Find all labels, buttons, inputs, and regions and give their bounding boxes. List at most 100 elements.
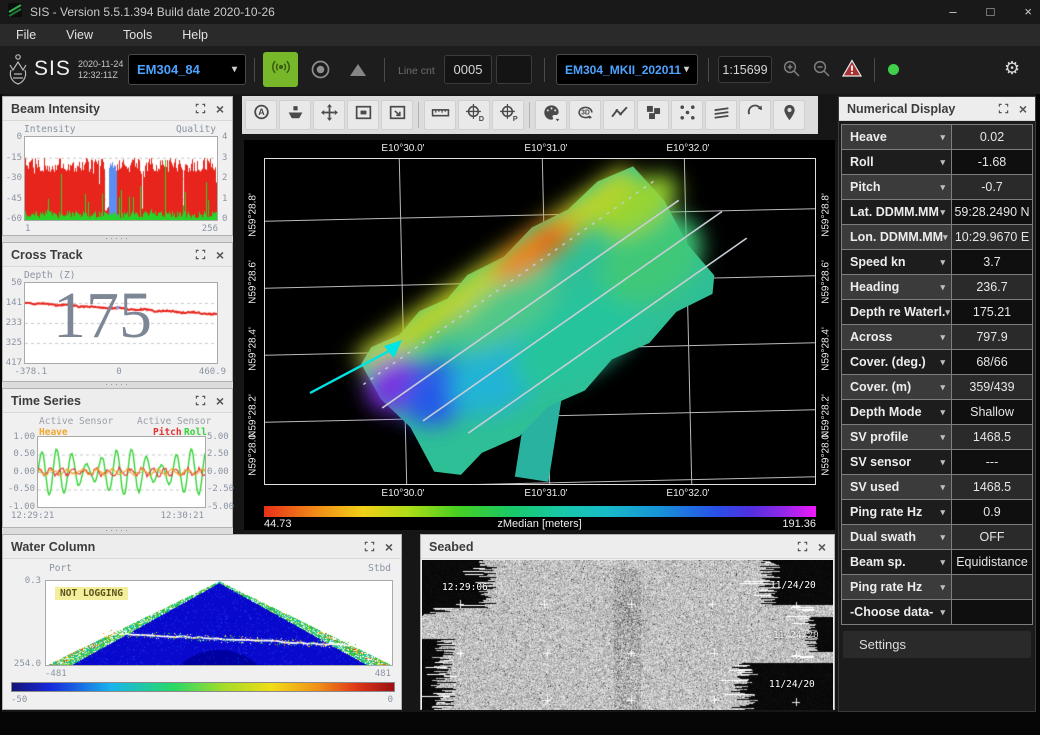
scatter-points-button[interactable] xyxy=(671,100,703,130)
raise-triangle-button[interactable] xyxy=(348,62,368,83)
survey-dropdown[interactable]: EM304_MKII_202011 ▾ xyxy=(556,54,698,85)
menu-tools[interactable]: Tools xyxy=(123,28,152,42)
menu-view[interactable]: View xyxy=(66,28,93,42)
table-row: SV sensor▾--- xyxy=(841,449,1033,475)
numerical-row-label[interactable]: Ping rate Hz▾ xyxy=(841,499,952,525)
expand-icon[interactable] xyxy=(364,541,375,552)
minimize-button[interactable]: – xyxy=(949,0,956,24)
contour-lines-button[interactable] xyxy=(705,100,737,130)
pan-button[interactable] xyxy=(313,100,345,130)
panel-header[interactable]: Beam Intensity × xyxy=(3,97,232,121)
y-tick: 1 xyxy=(222,194,227,204)
measure-button[interactable] xyxy=(424,100,456,130)
pinging-toggle-button[interactable] xyxy=(263,52,298,87)
numerical-row-label[interactable]: Dual swath▾ xyxy=(841,524,952,550)
zoom-window-icon xyxy=(354,103,373,127)
panel-header[interactable]: Water Column × xyxy=(3,535,401,559)
numerical-row-label[interactable]: SV profile▾ xyxy=(841,424,952,450)
line-cnt-value[interactable]: 0005 xyxy=(444,55,492,84)
numerical-row-label[interactable]: Depth Mode▾ xyxy=(841,399,952,425)
menu-file[interactable]: File xyxy=(16,28,36,42)
close-icon[interactable]: × xyxy=(216,249,224,261)
y-tick: 141 xyxy=(4,298,22,308)
gear-icon[interactable]: ⚙ xyxy=(1004,58,1020,79)
numerical-row-label[interactable]: Beam sp.▾ xyxy=(841,549,952,575)
numerical-row-label[interactable]: -Choose data-▾ xyxy=(841,599,952,625)
vessel-button[interactable] xyxy=(279,100,311,130)
app-name: SIS xyxy=(34,57,71,81)
port-label: Port xyxy=(49,563,72,574)
panel-header[interactable]: Numerical Display × xyxy=(839,97,1035,121)
expand-icon[interactable] xyxy=(998,103,1009,114)
sounder-dropdown[interactable]: EM304_84 ▾ xyxy=(128,54,246,85)
seabed-time-label: 12:29:06 xyxy=(442,582,488,593)
polyline-button[interactable] xyxy=(603,100,635,130)
lon-label: E10°30.0' xyxy=(373,143,433,154)
color-palette-button[interactable] xyxy=(535,100,567,130)
expand-icon[interactable] xyxy=(195,103,206,114)
close-icon[interactable]: × xyxy=(385,541,393,553)
zoom-out-icon[interactable] xyxy=(812,59,831,83)
auto-center-button[interactable]: A xyxy=(245,100,277,130)
numerical-row-label[interactable]: Lon. DDMM.MM▾ xyxy=(841,224,952,250)
panel-header[interactable]: Seabed × xyxy=(421,535,834,559)
numerical-row-label[interactable]: Heading▾ xyxy=(841,274,952,300)
panel-header[interactable]: Cross Track × xyxy=(3,243,232,267)
chevron-down-icon: ▾ xyxy=(940,282,945,293)
maximize-button[interactable]: □ xyxy=(987,0,995,24)
refresh-button[interactable] xyxy=(739,100,771,130)
settings-button[interactable]: Settings xyxy=(843,631,1031,658)
layers-button[interactable] xyxy=(637,100,669,130)
not-logging-badge: NOT LOGGING xyxy=(55,587,128,600)
y-tick: -60 xyxy=(4,214,22,224)
center-on-depth-button[interactable]: D xyxy=(458,100,490,130)
numerical-row-label[interactable]: Cover. (deg.)▾ xyxy=(841,349,952,375)
close-icon[interactable]: × xyxy=(1019,103,1027,115)
numerical-row-label[interactable]: Lat. DDMM.MM▾ xyxy=(841,199,952,225)
drop-marker-icon xyxy=(780,103,799,127)
numerical-row-value: Shallow xyxy=(951,399,1033,425)
depth-readout: 175 xyxy=(53,279,152,353)
record-logging-button[interactable] xyxy=(310,59,331,85)
map-scale-value[interactable]: 1:15699 xyxy=(718,56,772,83)
contour-lines-icon xyxy=(712,103,731,127)
window-titlebar[interactable]: SIS - Version 5.5.1.394 Build date 2020-… xyxy=(0,0,1040,24)
color-palette-icon xyxy=(542,103,561,127)
numerical-row-value: 10:29.9670 E xyxy=(951,224,1033,250)
table-row: Heave▾0.02 xyxy=(841,124,1033,150)
numerical-row-label[interactable]: Speed kn▾ xyxy=(841,249,952,275)
zoom-in-icon[interactable] xyxy=(782,59,801,83)
numerical-row-label[interactable]: SV sensor▾ xyxy=(841,449,952,475)
warning-icon[interactable] xyxy=(842,59,862,83)
close-button[interactable]: × xyxy=(1024,0,1032,24)
line-cnt-extra[interactable] xyxy=(496,55,532,84)
panel-header[interactable]: Time Series × xyxy=(3,389,232,413)
chevron-down-icon: ▾ xyxy=(940,157,945,168)
numerical-row-label[interactable]: Cover. (m)▾ xyxy=(841,374,952,400)
menu-help[interactable]: Help xyxy=(182,28,208,42)
close-icon[interactable]: × xyxy=(216,103,224,115)
pan-icon xyxy=(320,103,339,127)
view-3d-button[interactable]: 3D xyxy=(569,100,601,130)
numerical-row-label[interactable]: Ping rate Hz▾ xyxy=(841,574,952,600)
close-icon[interactable]: × xyxy=(216,395,224,407)
table-row: -Choose data-▾ xyxy=(841,599,1033,625)
numerical-row-label[interactable]: Across▾ xyxy=(841,324,952,350)
expand-icon[interactable] xyxy=(195,249,206,260)
close-icon[interactable]: × xyxy=(818,541,826,553)
numerical-row-label[interactable]: Depth re Waterl.▾ xyxy=(841,299,952,325)
expand-icon[interactable] xyxy=(195,395,206,406)
expand-icon[interactable] xyxy=(797,541,808,552)
numerical-row-label[interactable]: Roll▾ xyxy=(841,149,952,175)
fit-view-button[interactable] xyxy=(381,100,413,130)
drop-marker-button[interactable] xyxy=(773,100,805,130)
y-tick: 5.00 xyxy=(207,432,229,442)
y-tick: 4 xyxy=(222,132,227,142)
center-on-position-button[interactable]: P xyxy=(492,100,524,130)
numerical-row-label[interactable]: Pitch▾ xyxy=(841,174,952,200)
table-row: Lat. DDMM.MM▾59:28.2490 N xyxy=(841,199,1033,225)
numerical-row-label[interactable]: SV used▾ xyxy=(841,474,952,500)
numerical-row-label[interactable]: Heave▾ xyxy=(841,124,952,150)
map-view[interactable]: E10°30.0' E10°31.0' E10°32.0' E10°30.0' … xyxy=(244,140,835,530)
zoom-window-button[interactable] xyxy=(347,100,379,130)
